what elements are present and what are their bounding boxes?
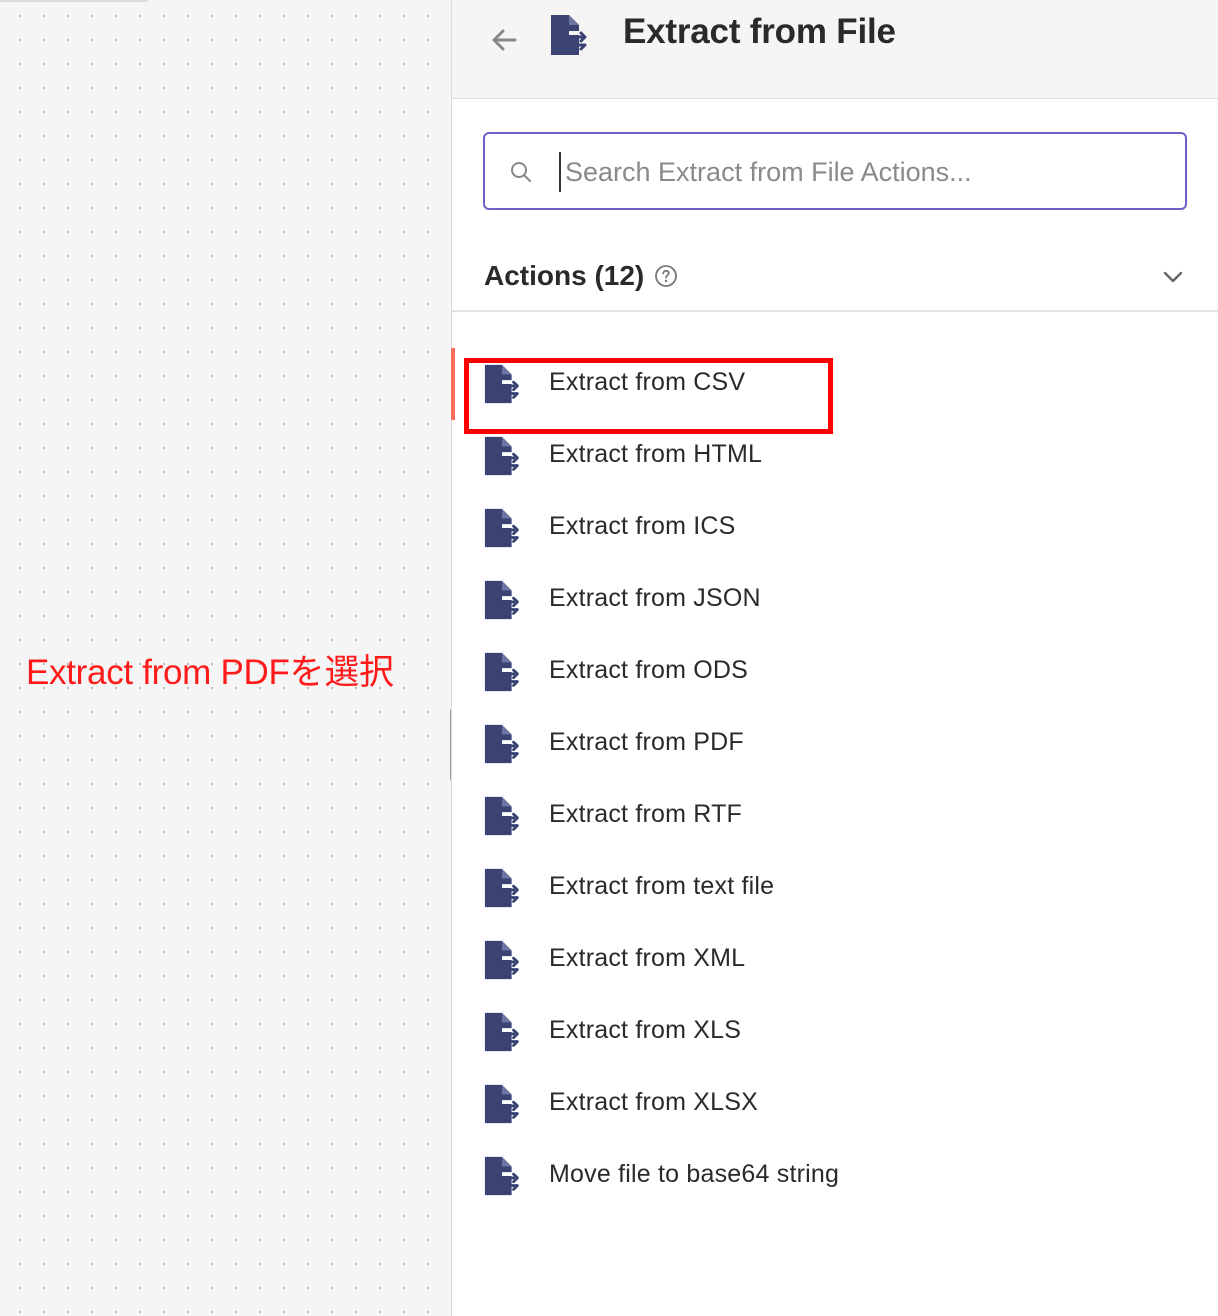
- canvas-divider: [0, 0, 148, 2]
- action-item[interactable]: Extract from RTF: [452, 780, 1218, 852]
- file-export-icon: [484, 580, 519, 620]
- search-input[interactable]: [559, 152, 1165, 192]
- action-item[interactable]: Extract from XLS: [452, 996, 1218, 1068]
- node-creator-panel: Extract from File Actions (12) Extract f…: [451, 0, 1218, 1316]
- section-title: Actions (12): [484, 260, 645, 291]
- action-item[interactable]: Extract from PDF: [452, 708, 1218, 780]
- panel-title: Extract from File: [623, 12, 896, 51]
- back-button[interactable]: [484, 20, 524, 60]
- file-export-icon: [484, 508, 519, 548]
- action-item-label: Extract from PDF: [549, 728, 744, 756]
- action-item-label: Extract from ICS: [549, 512, 736, 540]
- panel-header: Extract from File: [452, 0, 1218, 99]
- action-list: Extract from CSV Extract from HTML Extract…: [451, 348, 1218, 1212]
- action-item[interactable]: Extract from CSV: [451, 348, 1218, 420]
- workflow-canvas[interactable]: Extract from PDFを選択: [0, 0, 451, 1316]
- actions-section-header[interactable]: Actions (12): [452, 240, 1218, 312]
- app-root: Extract from PDFを選択 Extract from File Se…: [0, 0, 1218, 1316]
- file-export-icon: [484, 436, 519, 476]
- action-item-label: Extract from XML: [549, 944, 746, 972]
- file-export-icon: [484, 1084, 519, 1124]
- action-item[interactable]: Extract from HTML: [452, 420, 1218, 492]
- action-item-label: Extract from text file: [549, 872, 775, 900]
- question-circle-icon[interactable]: [654, 264, 678, 288]
- annotation-text: Extract from PDFを選択: [26, 653, 394, 692]
- file-export-icon: [484, 364, 519, 404]
- action-item[interactable]: Extract from ODS: [452, 636, 1218, 708]
- file-export-icon: [484, 1156, 519, 1196]
- action-item-label: Extract from JSON: [549, 584, 761, 612]
- search-icon: [511, 162, 531, 182]
- active-indicator: [451, 348, 455, 420]
- file-export-icon: [484, 940, 519, 980]
- action-item-label: Extract from CSV: [549, 368, 746, 396]
- file-export-icon: [484, 796, 519, 836]
- file-export-icon: [484, 652, 519, 692]
- search-box[interactable]: [483, 132, 1187, 210]
- chevron-down-icon[interactable]: [1158, 262, 1188, 292]
- action-item-label: Extract from XLS: [549, 1016, 742, 1044]
- file-export-icon: [484, 868, 519, 908]
- action-item[interactable]: Extract from XML: [452, 924, 1218, 996]
- action-item-label: Move file to base64 string: [549, 1160, 840, 1188]
- arrow-left-icon: [492, 29, 517, 51]
- action-item[interactable]: Extract from JSON: [452, 564, 1218, 636]
- action-item[interactable]: Extract from ICS: [452, 492, 1218, 564]
- action-item-label: Extract from HTML: [549, 440, 763, 468]
- file-export-icon: [551, 15, 587, 55]
- action-item[interactable]: Move file to base64 string: [452, 1140, 1218, 1212]
- action-item-label: Extract from RTF: [549, 800, 743, 828]
- action-item[interactable]: Extract from XLSX: [452, 1068, 1218, 1140]
- file-export-icon: [484, 724, 519, 764]
- action-item[interactable]: Extract from text file: [452, 852, 1218, 924]
- file-export-icon: [484, 1012, 519, 1052]
- action-item-label: Extract from ODS: [549, 656, 749, 684]
- action-item-label: Extract from XLSX: [549, 1088, 759, 1116]
